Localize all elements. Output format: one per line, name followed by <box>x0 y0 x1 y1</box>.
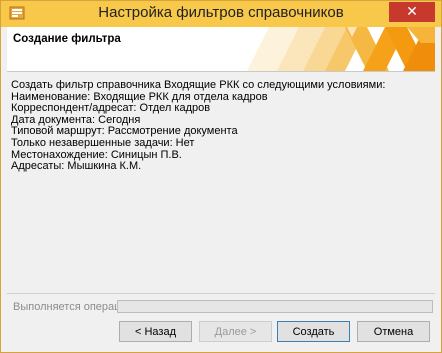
progress-bar <box>117 300 433 313</box>
close-icon: ✕ <box>406 3 418 19</box>
footer-separator <box>7 293 435 294</box>
window-title: Настройка фильтров справочников <box>98 4 344 21</box>
cancel-button[interactable]: Отмена <box>357 321 430 342</box>
close-button[interactable]: ✕ <box>389 2 435 22</box>
summary-line: Создать фильтр справочника Входящие РКК … <box>11 79 386 91</box>
title-bar[interactable]: Настройка фильтров справочников ✕ <box>1 1 441 27</box>
summary-text: Создать фильтр справочника Входящие РКК … <box>11 79 431 173</box>
next-button[interactable]: Далее > <box>199 321 272 342</box>
dialog-window: Настройка фильтров справочников ✕ Создан… <box>0 0 442 353</box>
header-title: Создание фильтра <box>13 33 121 45</box>
progress-label: Выполняется операция <box>13 301 133 313</box>
header-separator <box>7 71 435 72</box>
summary-line: Адресаты: Мышкина К.М. <box>11 160 142 173</box>
header-banner: Создание фильтра <box>7 27 435 71</box>
create-button[interactable]: Создать <box>277 321 350 342</box>
back-button[interactable]: < Назад <box>119 321 192 342</box>
summary-line: Только незавершенные задачи: Нет <box>11 136 195 149</box>
